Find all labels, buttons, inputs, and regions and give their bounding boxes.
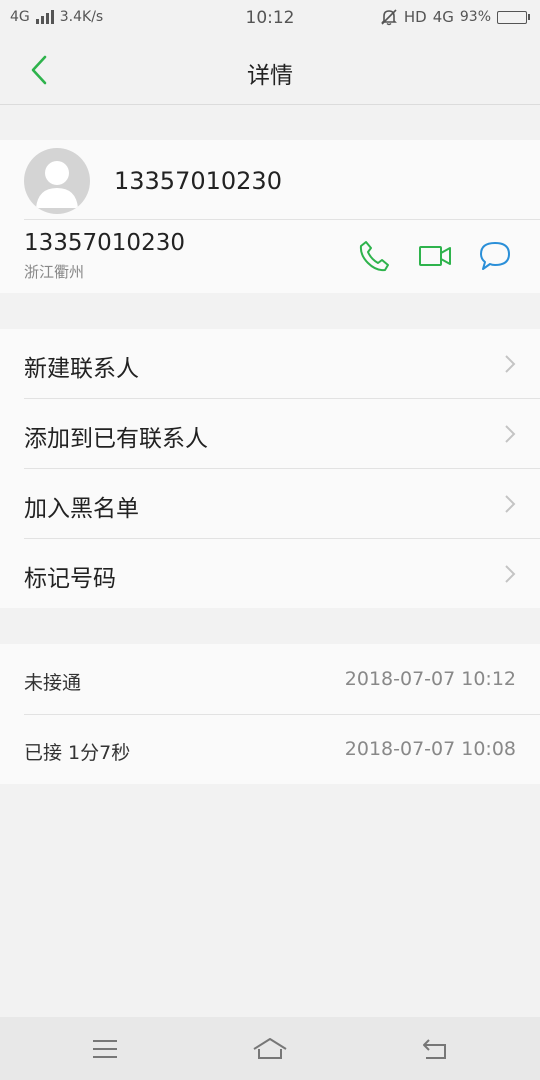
message-icon	[480, 242, 510, 270]
avatar	[24, 148, 90, 214]
call-status: 未接通	[24, 672, 82, 694]
menu-icon	[93, 1040, 117, 1058]
home-icon	[253, 1038, 287, 1059]
status-bar: 4G 3.4K/s 10:12 HD 4G 93%	[0, 0, 540, 36]
chevron-right-icon	[505, 425, 516, 443]
video-call-button[interactable]	[417, 238, 453, 274]
divider	[24, 219, 540, 220]
menu-item-label: 标记号码	[24, 566, 116, 592]
menu-item-add-to-existing[interactable]: 添加到已有联系人	[0, 399, 540, 469]
menu-item-mark-number[interactable]: 标记号码	[0, 539, 540, 609]
contact-card: 13357010230 13357010230 浙江衢州	[0, 140, 540, 293]
hd-badge: HD	[403, 8, 427, 26]
person-icon	[36, 161, 78, 208]
back-nav-button[interactable]	[414, 1031, 454, 1067]
call-time: 2018-07-07 10:12	[344, 668, 516, 690]
menu-button[interactable]	[85, 1031, 125, 1067]
status-right: HD 4G 93%	[380, 8, 530, 26]
call-time: 2018-07-07 10:08	[344, 738, 516, 760]
home-button[interactable]	[250, 1031, 290, 1067]
menu-item-label: 添加到已有联系人	[24, 426, 208, 452]
page-title: 详情	[247, 63, 293, 89]
message-button[interactable]	[477, 238, 513, 274]
number-location: 浙江衢州	[24, 263, 85, 281]
call-button[interactable]	[357, 238, 393, 274]
chevron-right-icon	[505, 565, 516, 583]
screen: 4G 3.4K/s 10:12 HD 4G 93% 详情 13357010230…	[0, 0, 540, 1080]
menu-item-blacklist[interactable]: 加入黑名单	[0, 469, 540, 539]
back-arrow-icon	[423, 1039, 446, 1059]
call-history-row: 未接通 2018-07-07 10:12	[0, 644, 540, 714]
call-icon	[359, 241, 389, 272]
call-history-row: 已接 1分7秒 2018-07-07 10:08	[0, 714, 540, 784]
call-status: 已接 1分7秒	[24, 742, 131, 764]
menu-item-label: 加入黑名单	[24, 496, 139, 522]
mute-bell-icon	[380, 9, 397, 26]
menu-card: 新建联系人 添加到已有联系人 加入黑名单 标记号码	[0, 329, 540, 608]
video-call-icon	[419, 246, 451, 266]
header: 详情	[0, 36, 540, 105]
call-history-card: 未接通 2018-07-07 10:12 已接 1分7秒 2018-07-07 …	[0, 644, 540, 784]
chevron-right-icon	[505, 495, 516, 513]
battery-percent: 93%	[459, 9, 491, 25]
navigation-bar	[0, 1017, 540, 1080]
contact-name: 13357010230	[114, 167, 282, 195]
network-type-right: 4G	[432, 8, 454, 26]
chevron-right-icon	[505, 355, 516, 373]
menu-item-new-contact[interactable]: 新建联系人	[0, 329, 540, 399]
phone-number[interactable]: 13357010230	[24, 230, 185, 256]
menu-item-label: 新建联系人	[24, 356, 139, 382]
battery-icon	[497, 10, 530, 24]
